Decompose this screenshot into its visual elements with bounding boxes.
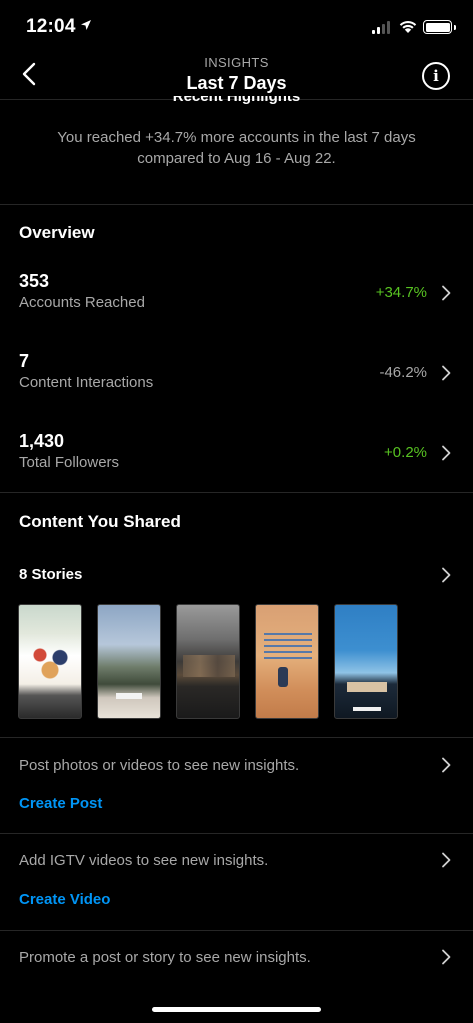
divider [0,833,473,834]
story-thumbnail[interactable] [97,604,161,719]
chevron-right-icon[interactable] [440,757,452,773]
info-icon: i [433,67,439,85]
divider [0,492,473,493]
create-video-link[interactable]: Create Video [19,891,110,908]
chevron-right-icon[interactable] [440,949,452,965]
chevron-right-icon [442,285,451,301]
status-bar: 12:04 [0,0,473,50]
content-shared-title: Content You Shared [19,512,181,531]
stories-row-header[interactable]: 8 Stories [0,566,473,588]
chevron-right-icon[interactable] [440,852,452,868]
story-thumbnail[interactable] [255,604,319,719]
page-subtitle: INSIGHTS [204,55,269,70]
create-post-link[interactable]: Create Post [19,795,102,812]
story-thumbnail[interactable] [18,604,82,719]
metric-total-followers[interactable]: 1,430 Total Followers +0.2% [0,431,473,491]
metric-value: 353 [19,271,50,291]
metric-label: Accounts Reached [19,294,145,311]
metric-label: Total Followers [19,454,120,471]
status-time: 12:04 [26,16,76,37]
chevron-right-icon [442,365,451,381]
highlights-title: Recent Highlights [172,96,301,105]
nav-header: INSIGHTS Last 7 Days i [0,50,473,100]
home-indicator[interactable] [152,1007,321,1012]
chevron-right-icon [442,567,451,583]
chevron-right-icon [442,445,451,461]
stories-thumbnails [18,604,398,719]
battery-icon [423,20,456,34]
info-button[interactable]: i [422,62,450,90]
stories-count-label: 8 Stories [19,566,83,583]
wifi-icon [399,21,417,33]
metric-value: 1,430 [19,431,65,451]
story-thumbnail[interactable] [176,604,240,719]
highlights-text: You reached +34.7% more accounts in the … [57,129,416,167]
divider [0,204,473,205]
overview-title: Overview [19,223,95,242]
metric-label: Content Interactions [19,374,154,391]
metric-value: 7 [19,351,30,371]
story-thumbnail[interactable] [334,604,398,719]
metric-change: +34.7% [375,284,427,301]
igtv-prompt-text: Add IGTV videos to see new insights. [19,852,269,869]
metric-accounts-reached[interactable]: 353 Accounts Reached +34.7% [0,271,473,331]
page-title: Last 7 Days [186,73,287,93]
metric-change: +0.2% [384,444,427,461]
post-prompt-text: Post photos or videos to see new insight… [19,757,300,774]
promote-prompt-text[interactable]: Promote a post or story to see new insig… [19,949,311,966]
location-arrow-icon [81,20,91,30]
cellular-signal-icon [372,20,390,34]
divider [0,737,473,738]
metric-change: -46.2% [379,364,427,381]
metric-content-interactions[interactable]: 7 Content Interactions -46.2% [0,351,473,411]
divider [0,930,473,931]
